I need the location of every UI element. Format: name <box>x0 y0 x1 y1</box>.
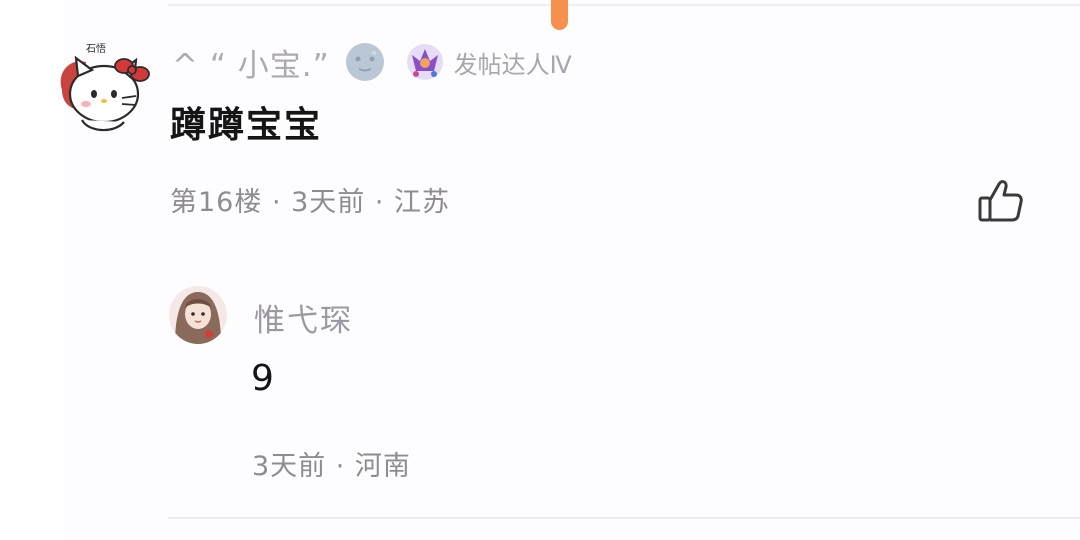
svg-text:石悟: 石悟 <box>86 42 106 55</box>
reply-meta: 3天前 · 河南 <box>252 451 411 482</box>
username[interactable]: ^ “ 小宝.” <box>172 40 330 85</box>
reply-avatar[interactable] <box>169 286 227 344</box>
divider <box>168 517 1080 519</box>
scroll-indicator[interactable] <box>551 0 568 30</box>
user-photo-avatar-icon <box>169 286 227 344</box>
moon-face-icon <box>345 43 384 81</box>
comment-text: 蹲蹲宝宝 <box>170 105 323 146</box>
level-badge-icon <box>406 44 443 80</box>
comment-meta: 第16楼 · 3天前 · 江苏 <box>170 187 451 218</box>
like-button[interactable] <box>974 176 1026 226</box>
avatar[interactable]: 石悟 <box>52 40 152 140</box>
thumbs-up-icon <box>978 180 1023 222</box>
comment-header: ^ “ 小宝.” 发帖达人Ⅳ <box>172 38 572 86</box>
badge-label: 发帖达人Ⅳ <box>453 50 572 79</box>
reply-username[interactable]: 惟弋琛 <box>254 295 353 340</box>
divider <box>168 4 1080 6</box>
hello-kitty-avatar-icon: 石悟 <box>60 42 150 132</box>
reply-text: 9 <box>251 358 274 399</box>
